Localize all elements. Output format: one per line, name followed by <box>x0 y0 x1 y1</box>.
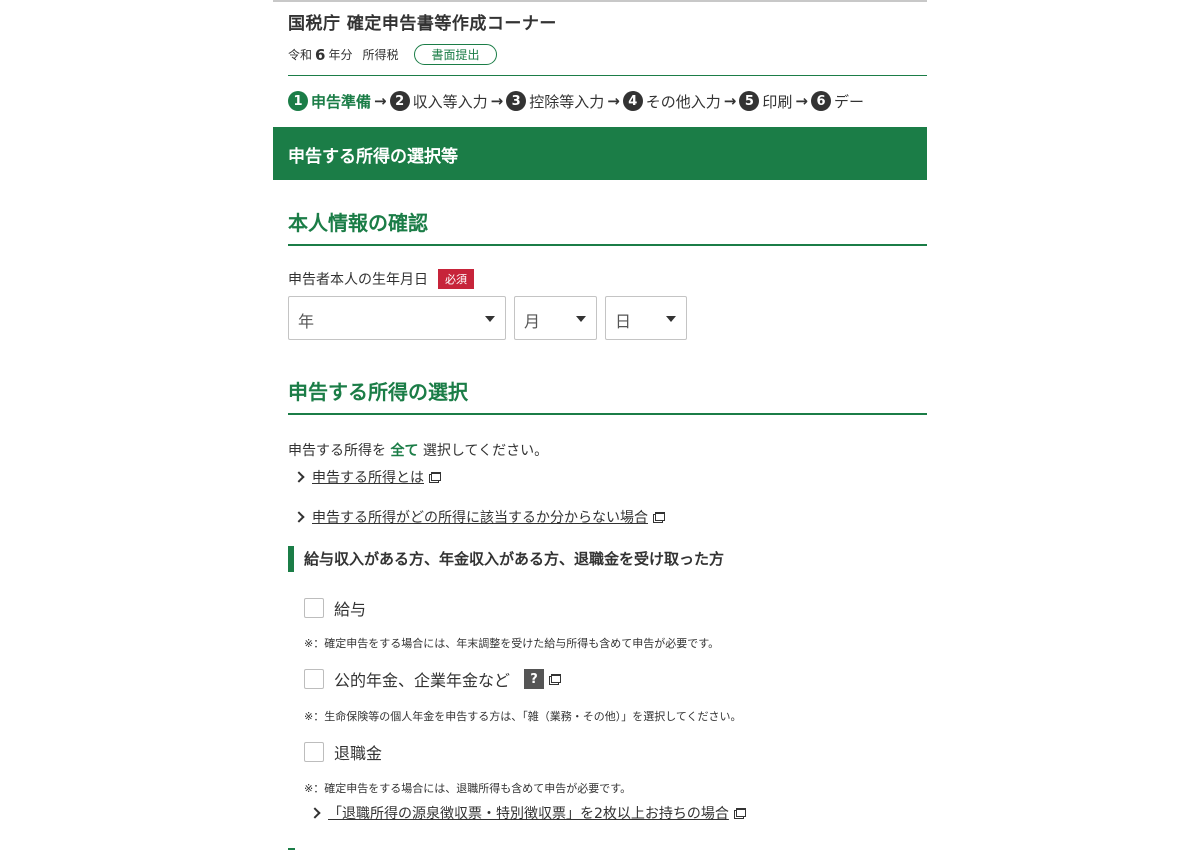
arrow-right-icon: → <box>490 92 504 110</box>
income-instructions: 申告する所得を 全て 選択してください。 <box>288 440 548 460</box>
pension-note: ※：生命保険等の個人年金を申告する方は、「雑（業務・その他）」を選択してください… <box>304 710 742 723</box>
tax-type: 所得税 <box>362 48 399 62</box>
step-4: 4 その他入力 <box>622 91 721 112</box>
step-number: 5 <box>739 91 760 111</box>
step-label: デー <box>833 92 864 111</box>
year-suffix: 年分 <box>328 48 353 62</box>
birthdate-label-text: 申告者本人の生年月日 <box>288 272 428 288</box>
chevron-down-icon <box>485 316 495 322</box>
external-window-icon <box>653 512 665 523</box>
era-label: 令和 <box>288 48 313 62</box>
page-heading: 申告する所得の選択等 <box>288 147 458 167</box>
link-text: 「退職所得の源泉徴収票・特別徴収票」を2枚以上お持ちの場合 <box>328 806 729 822</box>
link-text: 申告する所得とは <box>312 470 424 486</box>
income-section-title: 申告する所得の選択 <box>288 376 927 415</box>
top-border <box>273 0 927 2</box>
retirement-checkbox[interactable] <box>304 742 324 762</box>
step-number: 2 <box>389 91 410 111</box>
external-window-icon <box>733 808 746 819</box>
link-text: 申告する所得がどの所得に該当するか分からない場合 <box>312 510 648 526</box>
help-icon[interactable]: ? <box>524 669 545 689</box>
page: 国税庁 確定申告書等作成コーナー 令和 6 年分 所得税 書面提出 1 申告準備 … <box>273 0 927 850</box>
arrow-right-icon: → <box>607 92 620 110</box>
retirement-label: 退職金 <box>334 744 383 763</box>
step-label: 印刷 <box>762 92 793 111</box>
page-heading-bar: 申告する所得の選択等 <box>273 127 927 180</box>
retirement-note: ※：確定申告をする場合には、退職所得も含めて申告が必要です。 <box>304 782 632 795</box>
step-5: 5 印刷 <box>739 91 792 112</box>
chevron-down-icon <box>576 316 586 322</box>
arrow-right-icon: → <box>723 92 737 110</box>
salary-note: ※：確定申告をする場合には、年末調整を受けた給与所得も含めて申告が必要です。 <box>304 637 720 650</box>
step-number: 1 <box>288 91 308 111</box>
step-label: 控除等入力 <box>529 92 605 111</box>
step-6: 6 デー <box>810 91 864 112</box>
intro-text: 申告する所得を <box>288 443 386 459</box>
step-label: 申告準備 <box>311 92 372 111</box>
step-label: 収入等入力 <box>412 92 488 111</box>
pension-checkbox[interactable] <box>304 669 324 689</box>
birth-year-value: 年 <box>298 312 315 331</box>
birthdate-label: 申告者本人の生年月日 必須 <box>288 269 474 289</box>
birth-year-select[interactable]: 年 <box>288 296 506 340</box>
birth-day-select[interactable]: 日 <box>605 296 687 340</box>
retirement-option[interactable]: 退職金 <box>304 740 382 764</box>
income-type-help-link[interactable]: 申告する所得がどの所得に該当するか分からない場合 <box>293 507 665 527</box>
paper-submission-button[interactable]: 書面提出 <box>414 44 497 65</box>
external-window-icon <box>429 472 441 483</box>
salary-option[interactable]: 給与 <box>304 596 366 620</box>
external-window-icon <box>549 674 562 685</box>
chevron-right-icon <box>309 807 321 819</box>
chevron-down-icon <box>666 316 676 322</box>
arrow-right-icon: → <box>374 92 387 110</box>
tax-year-info: 令和 6 年分 所得税 書面提出 <box>288 44 497 65</box>
site-title: 国税庁 確定申告書等作成コーナー <box>288 14 557 34</box>
birth-month-select[interactable]: 月 <box>514 296 597 340</box>
step-1: 1 申告準備 <box>288 91 371 112</box>
pension-label: 公的年金、企業年金など <box>334 671 511 690</box>
salary-label: 給与 <box>334 600 367 619</box>
birth-day-value: 日 <box>615 312 632 331</box>
pension-option[interactable]: 公的年金、企業年金など ? <box>304 667 562 691</box>
step-number: 3 <box>506 91 527 111</box>
step-number: 4 <box>622 91 643 111</box>
multiple-withholding-slips-link[interactable]: 「退職所得の源泉徴収票・特別徴収票」を2枚以上お持ちの場合 <box>309 803 746 823</box>
chevron-right-icon <box>293 471 305 483</box>
step-number: 6 <box>810 91 831 111</box>
intro-text-end: 選択してください。 <box>422 443 549 459</box>
year-number: 6 <box>315 45 326 64</box>
identity-section-title: 本人情報の確認 <box>288 207 927 246</box>
income-group-heading: 給与収入がある方、年金収入がある方、退職金を受け取った方 <box>288 546 927 572</box>
header-divider <box>288 75 927 76</box>
what-is-income-link[interactable]: 申告する所得とは <box>293 467 441 487</box>
birth-month-value: 月 <box>524 312 541 331</box>
step-navigation: 1 申告準備 → 2 収入等入力 → 3 控除等入力 → 4 その他入力 → 5 印刷 →… <box>288 90 927 112</box>
chevron-right-icon <box>293 511 305 523</box>
required-badge: 必須 <box>438 269 474 289</box>
salary-checkbox[interactable] <box>304 598 324 618</box>
step-2: 2 収入等入力 <box>389 91 488 112</box>
step-label: その他入力 <box>645 92 721 111</box>
step-3: 3 控除等入力 <box>506 91 604 112</box>
intro-emphasis: 全て <box>390 443 419 459</box>
arrow-right-icon: → <box>795 92 808 110</box>
